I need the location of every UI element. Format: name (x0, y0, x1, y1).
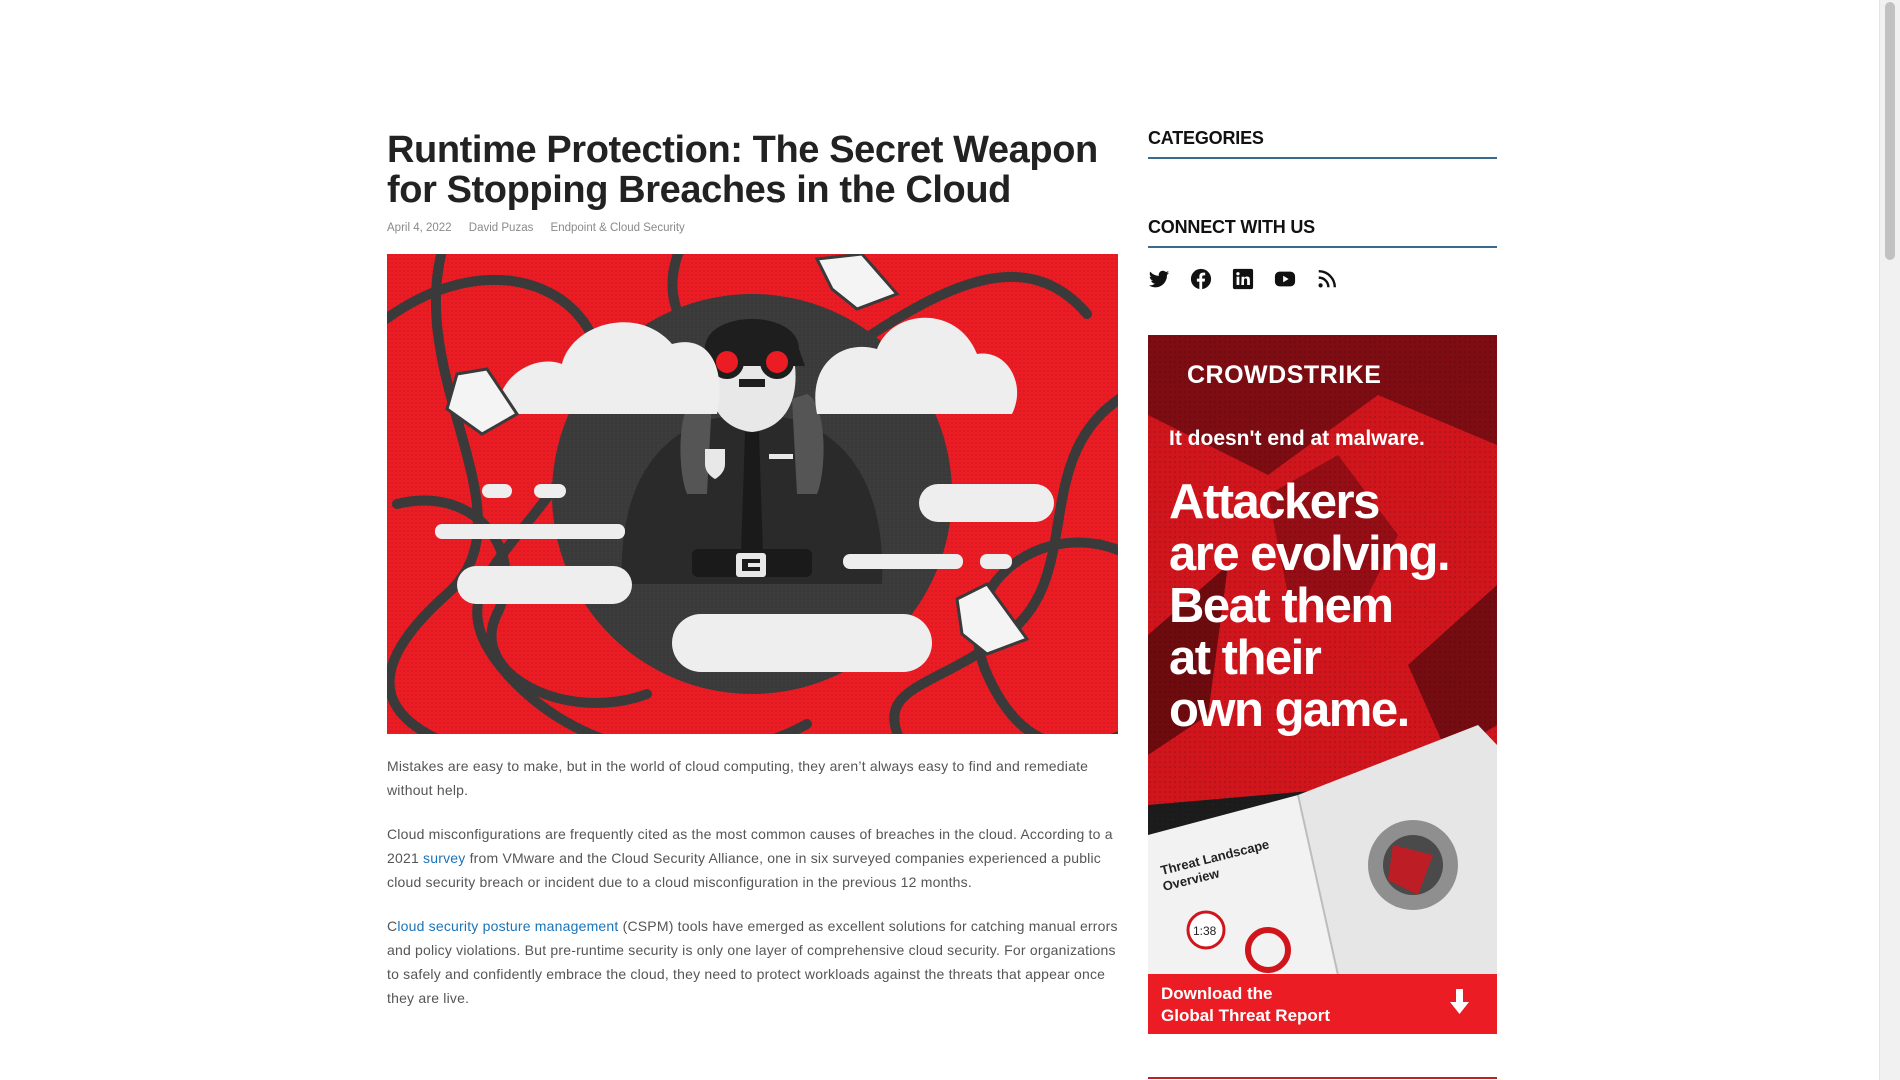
threat-report-ad[interactable]: CROWDSTRIKE It doesn't end at malware. A… (1148, 335, 1497, 1034)
youtube-icon[interactable] (1274, 268, 1316, 290)
social-links (1148, 268, 1497, 290)
ad-headline-line: are evolving. (1169, 527, 1449, 581)
sidebar: CATEGORIES CONNECT WITH US CROWDSTRIKE I… (1148, 128, 1497, 1034)
article-author-link[interactable]: David Puzas (469, 222, 534, 234)
ad-headline-line: own game. (1169, 683, 1409, 737)
ad-headline-line: Beat them (1169, 579, 1392, 633)
sidebar-divider (1148, 1077, 1497, 1079)
ad-cta-line: Download the (1161, 984, 1272, 1003)
connect-heading: CONNECT WITH US (1148, 217, 1497, 248)
ad-banner: CROWDSTRIKE It doesn't end at malware. A… (1148, 335, 1497, 1034)
article-category-link[interactable]: Endpoint & Cloud Security (551, 222, 685, 234)
ad-tagline: It doesn't end at malware. (1169, 427, 1425, 450)
categories-heading: CATEGORIES (1148, 128, 1497, 159)
ad-headline-line: at their (1169, 631, 1322, 685)
cspm-link[interactable]: loud security posture management (397, 918, 618, 934)
article-paragraph-1: Mistakes are easy to make, but in the wo… (387, 758, 1089, 798)
ad-cta-line: Global Threat Report (1161, 1006, 1330, 1025)
article-date: April 4, 2022 (387, 222, 452, 234)
ad-brand: CROWDSTRIKE (1187, 361, 1381, 389)
facebook-icon[interactable] (1190, 268, 1232, 290)
linkedin-icon[interactable] (1232, 268, 1274, 290)
twitter-icon[interactable] (1148, 268, 1190, 290)
article-meta: April 4, 2022 David Puzas Endpoint & Clo… (387, 222, 1119, 234)
hero-illustration (387, 254, 1118, 734)
article-body: Mistakes are easy to make, but in the wo… (387, 754, 1119, 1010)
article-paragraph-2: Cloud misconfigurations are frequently c… (387, 822, 1119, 894)
paragraph-text: from VMware and the Cloud Security Allia… (387, 850, 1102, 890)
survey-link[interactable]: survey (423, 850, 465, 866)
article-title: Runtime Protection: The Secret Weapon fo… (387, 129, 1098, 211)
scrollbar-thumb[interactable] (1885, 2, 1895, 260)
ad-headline-line: Attackers (1169, 475, 1379, 529)
page-scrollbar[interactable] (1879, 0, 1900, 1080)
article-main: Runtime Protection: The Secret Weapon fo… (387, 130, 1119, 1030)
rss-icon[interactable] (1316, 268, 1358, 290)
report-stat: 1:38 (1193, 924, 1217, 938)
paragraph-text: C (387, 918, 398, 934)
article-paragraph-3: Cloud security posture management (CSPM)… (387, 914, 1119, 1010)
